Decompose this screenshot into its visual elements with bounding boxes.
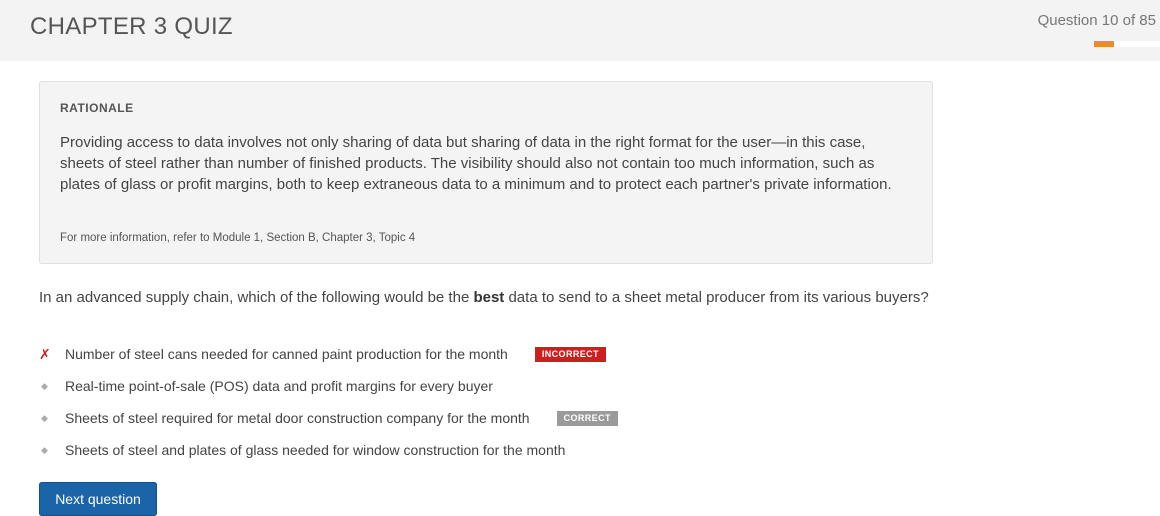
- question-emphasis: best: [473, 289, 505, 306]
- answer-option-label: Number of steel cans needed for canned p…: [65, 346, 508, 362]
- quiz-title: CHAPTER 3 QUIZ: [30, 13, 233, 40]
- diamond-bullet-icon: ◆: [41, 444, 48, 455]
- answer-option-2[interactable]: ◆ Real-time point-of-sale (POS) data and…: [39, 372, 739, 400]
- question-text: In an advanced supply chain, which of th…: [39, 287, 939, 308]
- correct-badge: CORRECT: [556, 410, 618, 426]
- incorrect-badge: INCORRECT: [534, 346, 606, 362]
- answer-option-label: Sheets of steel required for metal door …: [65, 410, 530, 426]
- next-question-button[interactable]: Next question: [39, 482, 157, 516]
- progress-bar-fill: [1094, 41, 1114, 47]
- answer-option-4[interactable]: ◆ Sheets of steel and plates of glass ne…: [39, 436, 739, 464]
- answer-option-label: Real-time point-of-sale (POS) data and p…: [65, 378, 493, 394]
- question-text-before: In an advanced supply chain, which of th…: [39, 289, 474, 306]
- rationale-panel: RATIONALE Providing access to data invol…: [39, 81, 933, 264]
- wrong-x-icon: ✗: [39, 345, 51, 362]
- rationale-text: Providing access to data involves not on…: [60, 134, 892, 193]
- rationale-heading: RATIONALE: [60, 101, 134, 115]
- quiz-header: CHAPTER 3 QUIZ Question 10 of 85: [0, 0, 1160, 61]
- answer-option-label: Sheets of steel and plates of glass need…: [65, 442, 566, 458]
- answer-option-1[interactable]: ✗ Number of steel cans needed for canned…: [39, 340, 739, 368]
- question-counter: Question 10 of 85: [1037, 12, 1156, 29]
- question-text-after: data to send to a sheet metal producer f…: [504, 289, 929, 306]
- diamond-bullet-icon: ◆: [41, 380, 48, 391]
- progress-bar: [1094, 41, 1160, 47]
- rationale-reference: For more information, refer to Module 1,…: [60, 232, 416, 244]
- answer-option-3[interactable]: ◆ Sheets of steel required for metal doo…: [39, 404, 739, 432]
- diamond-bullet-icon: ◆: [41, 412, 48, 423]
